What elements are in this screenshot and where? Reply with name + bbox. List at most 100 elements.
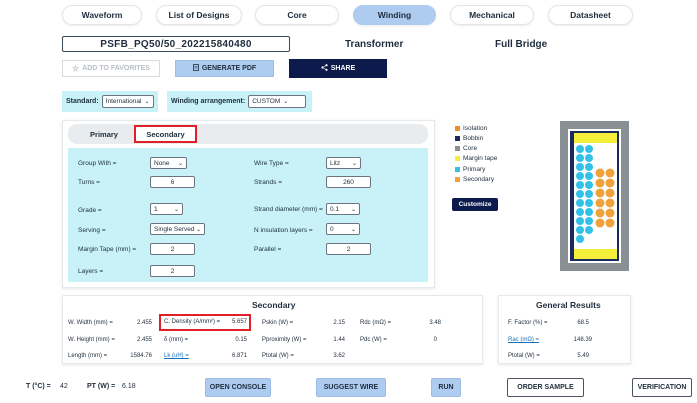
legend-bobbin: Bobbin <box>455 135 483 142</box>
winding-arrangement-select[interactable]: CUSTOM ⌄ <box>248 95 307 108</box>
c-density-label: C. Density (A/mm²) = <box>164 319 221 325</box>
general-ptotal-value: 5.49 <box>577 353 589 359</box>
tab-datasheet[interactable]: Datasheet <box>548 5 633 25</box>
turns-label: Turns = <box>78 179 100 186</box>
parallel-input[interactable]: 2 <box>326 243 371 255</box>
share-button[interactable]: SHARE <box>289 59 387 78</box>
w-height-value: 2.455 <box>136 337 152 343</box>
tab-waveform[interactable]: Waveform <box>62 5 142 25</box>
wire-type-select[interactable]: Litz ⌄ <box>326 157 361 169</box>
pskin-label: Pskin (W) = <box>262 320 294 326</box>
standard-label: Standard: <box>66 98 99 105</box>
insulation-layers-label: N insulation layers = <box>254 227 313 234</box>
winding-cross-section <box>560 121 629 271</box>
winding-arrangement-label: Winding arrangement: <box>171 98 246 105</box>
ffactor-label: F. Factor (%) = <box>508 320 548 326</box>
length-label: Length (mm) = <box>68 353 108 359</box>
legend-margin-tape: Margin tape <box>455 155 497 162</box>
secondary-results-title: Secondary <box>252 300 296 310</box>
serving-select[interactable]: Single Served ⌄ <box>150 223 205 235</box>
tab-primary[interactable]: Primary <box>78 127 130 142</box>
chevron-down-icon: ⌄ <box>351 160 357 167</box>
chevron-down-icon: ⌄ <box>173 206 179 213</box>
add-to-favorites-label: ADD TO FAVORITES <box>82 65 150 72</box>
margin-tape-input[interactable]: 2 <box>150 243 195 255</box>
strand-diameter-select[interactable]: 0.1 ⌄ <box>326 203 360 215</box>
pt-label: PT (W) = <box>87 383 116 390</box>
w-height-label: W. Height (mm) = <box>68 337 115 343</box>
legend-label: Margin tape <box>463 155 498 162</box>
strand-diameter-value: 0.1 <box>330 205 340 213</box>
w-width-label: W. Width (mm) = <box>68 320 113 326</box>
generate-pdf-label: GENERATE PDF <box>201 65 257 72</box>
isolation-swatch <box>455 126 460 131</box>
chevron-down-icon: ⌄ <box>283 99 289 105</box>
rac-link[interactable]: Rac (mΩ) = <box>508 337 539 343</box>
wire-type-value: Litz <box>330 159 341 167</box>
pproximity-value: 1.44 <box>333 337 345 343</box>
group-with-label: Group With = <box>78 160 117 167</box>
ptotal-value: 3.62 <box>333 353 345 359</box>
winding-arrangement-value: CUSTOM <box>252 98 281 105</box>
rac-value: 148.39 <box>573 337 592 343</box>
legend-label: Bobbin <box>463 135 484 142</box>
open-console-button[interactable]: OPEN CONSOLE <box>205 378 271 397</box>
standard-bar: Standard: International ⌄ <box>62 91 158 112</box>
general-results-title: General Results <box>536 300 601 310</box>
order-sample-button[interactable]: ORDER SAMPLE <box>507 378 584 397</box>
tab-mechanical[interactable]: Mechanical <box>450 5 534 25</box>
chevron-down-icon: ⌄ <box>144 99 150 105</box>
insulation-layers-select[interactable]: 0 ⌄ <box>326 223 360 235</box>
pt-value: 6.18 <box>122 383 136 390</box>
delta-value: 0.15 <box>235 337 247 343</box>
suggest-wire-button[interactable]: SUGGEST WIRE <box>316 378 386 397</box>
ptotal-label: Ptotal (W) = <box>262 353 294 359</box>
legend-isolation: Isolation <box>455 125 487 132</box>
lk-link[interactable]: Lk (uH) = <box>164 353 189 359</box>
pdc-label: Pdc (W) = <box>360 337 387 343</box>
tab-winding[interactable]: Winding <box>353 5 436 25</box>
turns-input[interactable]: 6 <box>150 176 195 188</box>
parallel-label: Parallel = <box>254 246 282 253</box>
strands-label: Strands = <box>254 179 283 186</box>
star-icon: ☆ <box>72 64 80 73</box>
chevron-down-icon: ⌄ <box>195 226 201 233</box>
chevron-down-icon: ⌄ <box>350 206 356 213</box>
grade-label: Grade = <box>78 207 102 214</box>
group-with-value: None <box>154 159 170 167</box>
serving-label: Serving = <box>78 227 106 234</box>
verification-button[interactable]: VERIFICATION <box>632 378 692 397</box>
pskin-value: 2.15 <box>333 320 345 326</box>
legend-core: Core <box>455 145 477 152</box>
group-with-select[interactable]: None ⌄ <box>150 157 187 169</box>
grade-select[interactable]: 1 ⌄ <box>150 203 183 215</box>
layers-input[interactable]: 2 <box>150 265 195 277</box>
temperature-label: T (°C) = <box>26 383 51 390</box>
secondary-swatch <box>455 177 460 182</box>
strands-input[interactable]: 260 <box>326 176 371 188</box>
margin-tape-swatch <box>455 156 460 161</box>
generate-pdf-button[interactable]: GENERATE PDF <box>175 60 274 77</box>
legend-label: Isolation <box>463 125 488 132</box>
design-name-field[interactable]: PSFB_PQ50/50_202215840480 <box>62 36 290 52</box>
legend-secondary: Secondary <box>455 176 494 183</box>
customize-button[interactable]: Customize <box>452 198 498 211</box>
topology: Full Bridge <box>495 39 548 50</box>
delta-label: δ (mm) = <box>164 337 189 343</box>
design-type: Transformer <box>345 39 404 50</box>
tab-secondary[interactable]: Secondary <box>134 125 197 143</box>
standard-select[interactable]: International ⌄ <box>101 95 154 108</box>
grade-value: 1 <box>154 205 158 213</box>
bobbin-swatch <box>455 136 460 141</box>
legend-primary: Primary <box>455 166 485 173</box>
tab-core[interactable]: Core <box>255 5 339 25</box>
core-swatch <box>455 146 460 151</box>
add-to-favorites-button[interactable]: ☆ ADD TO FAVORITES <box>62 60 160 77</box>
run-button[interactable]: RUN <box>431 378 461 397</box>
rdc-label: Rdc (mΩ) = <box>360 320 391 326</box>
tab-list-of-designs[interactable]: List of Designs <box>156 5 242 25</box>
ffactor-value: 68.5 <box>577 320 589 326</box>
chevron-down-icon: ⌄ <box>350 226 356 233</box>
secondary-form <box>68 148 428 282</box>
serving-value: Single Served <box>154 225 195 233</box>
